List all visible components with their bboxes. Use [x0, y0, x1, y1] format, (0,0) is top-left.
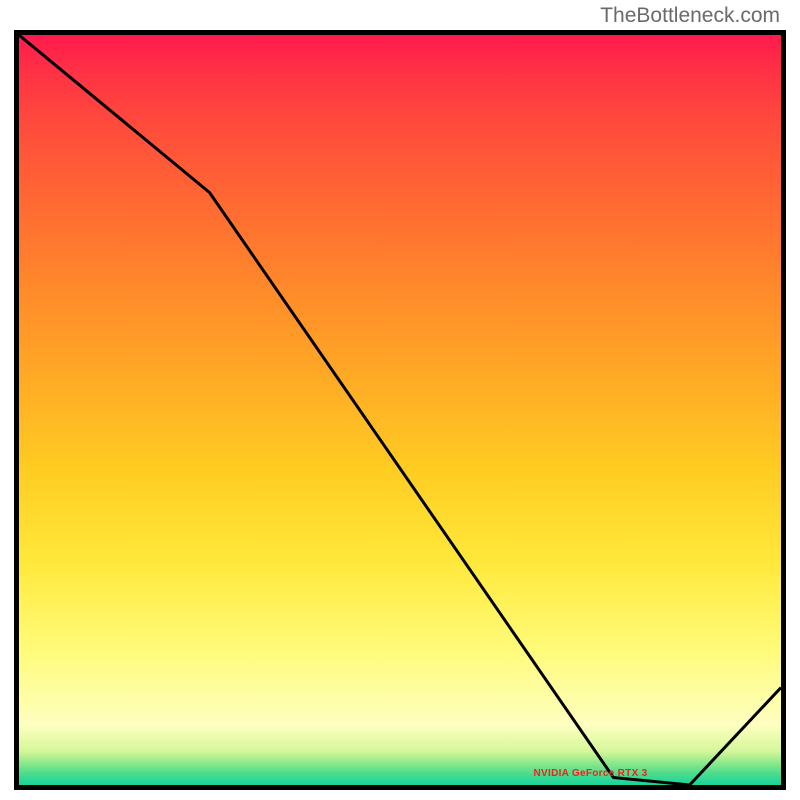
annotation-label: NVIDIA GeForce RTX 3 [534, 768, 648, 779]
chart-line-layer [19, 35, 781, 785]
watermark-text: TheBottleneck.com [600, 4, 780, 28]
chart-plot-area: NVIDIA GeForce RTX 3 [14, 30, 786, 790]
data-curve [19, 35, 781, 785]
chart-container: TheBottleneck.com NVIDIA GeForce RTX 3 [0, 0, 800, 800]
